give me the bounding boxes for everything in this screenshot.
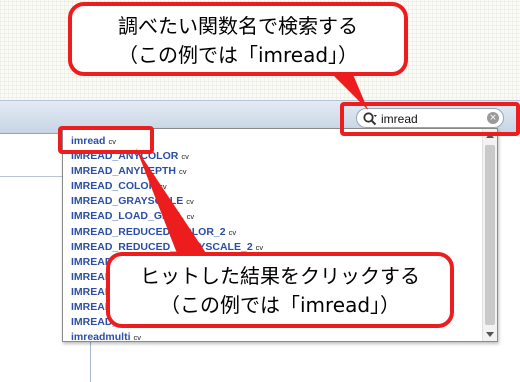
result-item[interactable]: IMREAD_REDUCED_COLOR_2 cv — [71, 225, 483, 240]
scroll-down-arrow-icon[interactable] — [486, 332, 494, 337]
result-item[interactable]: imreadmulti cv — [71, 330, 483, 341]
result-name[interactable]: IMREAD_LOAD_GDAL — [71, 210, 184, 222]
callout-top-line2: （この例では「imread」） — [117, 43, 359, 67]
callout-top-line1: 調べたい関数名で検索する — [118, 14, 358, 38]
scrollbar[interactable] — [482, 129, 497, 341]
result-namespace-tag: cv — [255, 242, 264, 252]
result-name[interactable]: IMREAD_REDUCED_GRAYSCALE_2 — [71, 241, 253, 253]
callout-search-instruction: 調べたい関数名で検索する （この例では「imread」） — [68, 2, 408, 76]
callout-bottom-line2: （この例では「imread」） — [159, 293, 401, 317]
result-name[interactable]: IMREAD_GRAYSCALE — [71, 195, 183, 207]
result-namespace-tag: cv — [186, 212, 195, 222]
callout-click-instruction: ヒットした結果をクリックする （この例では「imread」） — [106, 252, 454, 328]
callout-bottom-line1: ヒットした結果をクリックする — [140, 264, 420, 288]
result-name[interactable]: imreadmulti — [71, 331, 131, 341]
result-namespace-tag: cv — [159, 182, 167, 192]
result-namespace-tag: cv — [181, 152, 189, 162]
result-item[interactable]: IMREAD_ANYDEPTH cv — [71, 164, 483, 179]
result-name[interactable]: IMREAD_REDUCED_COLOR_2 — [71, 226, 226, 238]
result-namespace-tag: cv — [179, 167, 187, 177]
scroll-thumb[interactable] — [485, 145, 495, 325]
result-namespace-tag: cv — [133, 333, 142, 341]
result-item[interactable]: IMREAD_GRAYSCALE cv — [71, 194, 483, 209]
result-namespace-tag: cv — [228, 227, 237, 237]
result-name[interactable]: IMREAD_ANYDEPTH — [71, 165, 176, 177]
result-item[interactable]: IMREAD_LOAD_GDAL cv — [71, 209, 483, 224]
sidebar-divider — [0, 176, 62, 177]
highlight-search-box — [340, 102, 520, 136]
result-name[interactable]: IMREAD_COLOR — [71, 180, 156, 192]
result-item[interactable]: IMREAD_COLOR cv — [71, 179, 483, 194]
highlight-first-result — [58, 126, 154, 154]
result-namespace-tag: cv — [186, 197, 194, 207]
